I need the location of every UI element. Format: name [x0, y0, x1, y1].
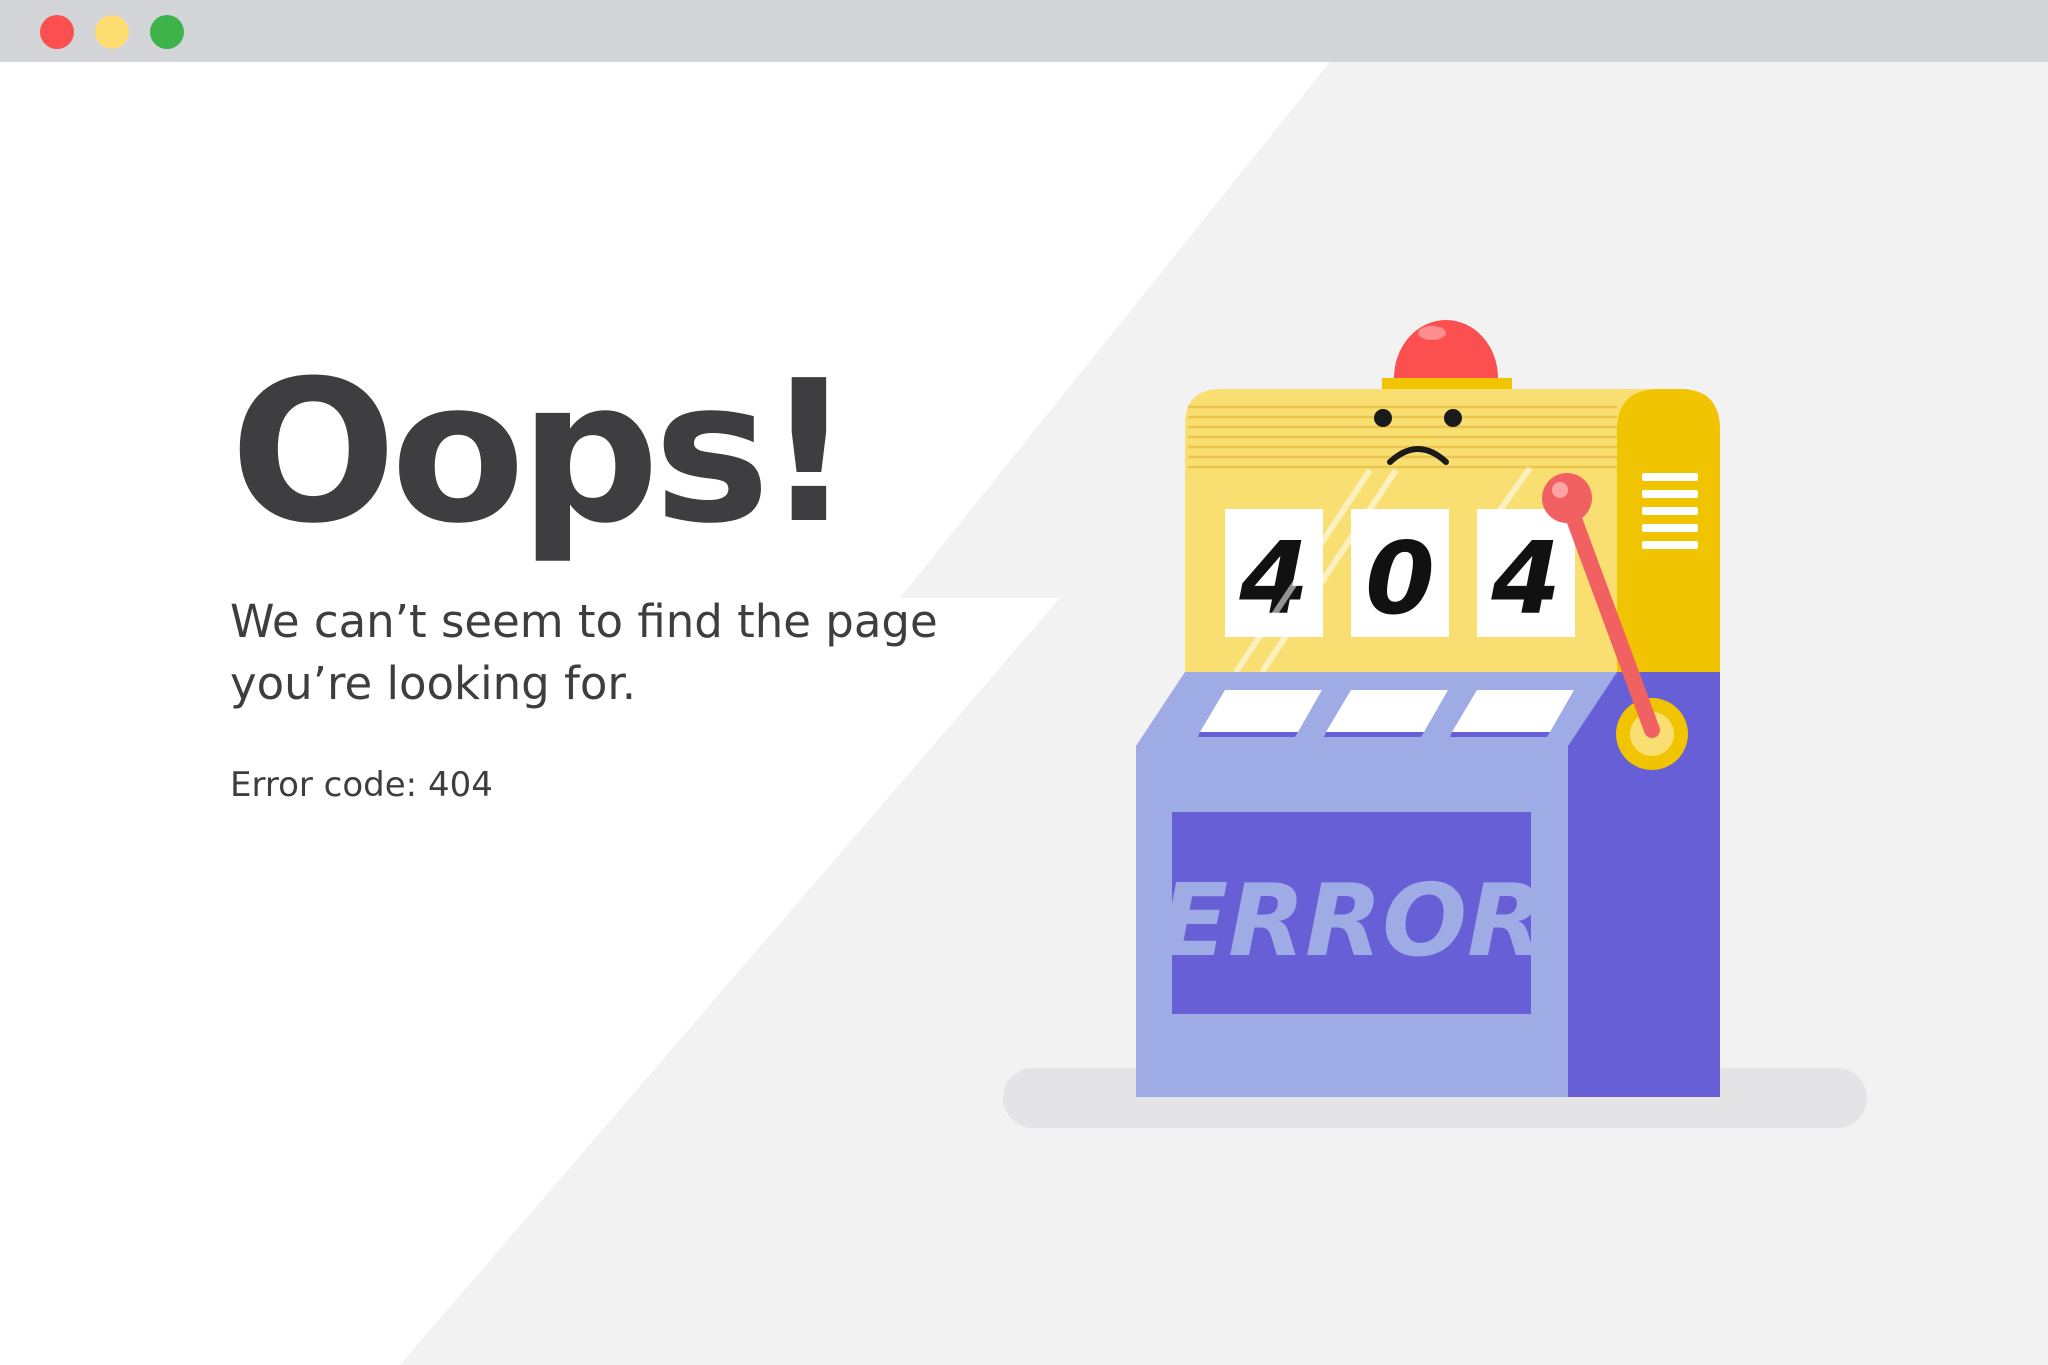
alarm-light-base: [1382, 378, 1512, 389]
right-eye-icon: [1444, 409, 1462, 427]
left-eye-icon: [1374, 409, 1392, 427]
reel-2-digit: 0: [1365, 520, 1435, 637]
slot-machine-illustration: 4 0 4 ERROR: [1003, 320, 1867, 1128]
alarm-light-icon: [1394, 320, 1498, 378]
reel-3-digit: 4: [1490, 520, 1561, 637]
error-panel-label: ERROR: [1160, 862, 1544, 979]
head-stripes: [1188, 405, 1617, 469]
error-page: Oops! We can’t seem to find the page you…: [0, 0, 2048, 1365]
lever-knob: [1542, 473, 1592, 523]
